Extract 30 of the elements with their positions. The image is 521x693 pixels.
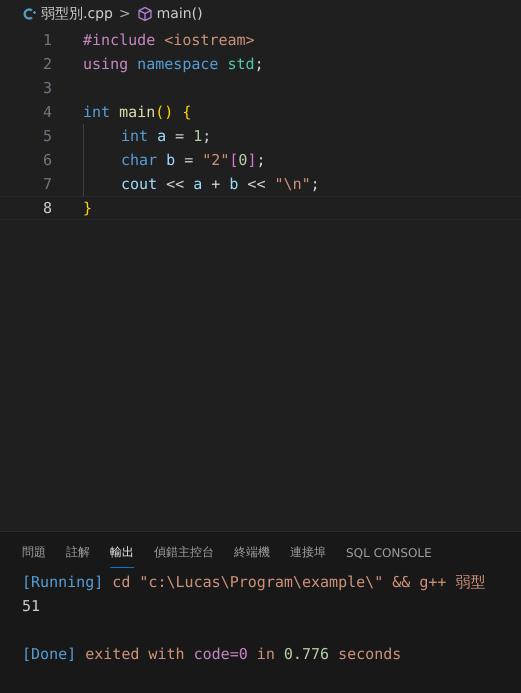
- cpp-file-icon: [23, 7, 37, 21]
- breadcrumb-separator: >: [118, 6, 131, 22]
- code-line: int a = 1;: [121, 127, 212, 145]
- line-number: 5: [42, 127, 52, 145]
- code-line: cout << a + b << "\n";: [121, 175, 320, 193]
- code-line: #include <iostream>: [83, 31, 255, 49]
- code-line: int main() {: [83, 103, 192, 121]
- output-line: [Done] exited with code=0 in 0.776 seconds: [22, 645, 402, 663]
- line-number: 8: [42, 199, 52, 217]
- output-line: [Running] cd "c:\Lucas\Program\example\" && g++ 弱型: [22, 573, 486, 591]
- panel-tab[interactable]: SQL CONSOLE: [346, 540, 432, 568]
- panel-tab[interactable]: 終端機: [234, 540, 270, 568]
- code-line: }: [83, 199, 92, 217]
- panel-tab[interactable]: 問題: [22, 540, 46, 568]
- panel-tab[interactable]: 連接埠: [290, 540, 326, 568]
- panel-tab[interactable]: 偵錯主控台: [154, 540, 214, 568]
- line-number: 7: [42, 175, 52, 193]
- line-number: 1: [42, 31, 52, 49]
- line-number: 4: [42, 103, 52, 121]
- symbol-name[interactable]: main(): [156, 6, 203, 22]
- code-line: using namespace std;: [83, 55, 264, 73]
- code-line: char b = "2"[0];: [121, 151, 266, 169]
- output-line: 51: [22, 597, 40, 615]
- line-number: 2: [42, 55, 52, 73]
- panel-tab[interactable]: 輸出: [110, 540, 134, 568]
- file-name[interactable]: 弱型別.cpp: [41, 5, 113, 23]
- cube-icon: [136, 6, 153, 22]
- line-number: 3: [42, 79, 52, 97]
- panel-tab[interactable]: 註解: [66, 540, 90, 568]
- line-number: 6: [42, 151, 52, 169]
